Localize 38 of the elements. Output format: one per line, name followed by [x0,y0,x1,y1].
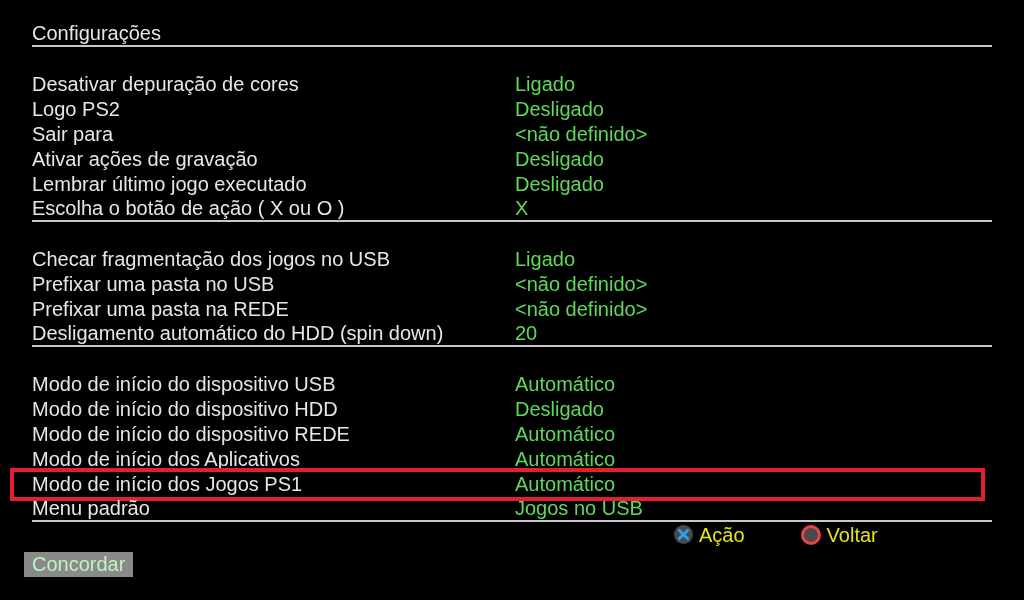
setting-label: Modo de início dos Aplicativos [32,447,301,472]
setting-label: Modo de início do dispositivo USB [32,372,337,397]
setting-value: Desligado [515,97,604,122]
setting-value: Jogos no USB [515,496,643,521]
setting-value: <não definido> [515,122,648,147]
setting-label: Prefixar uma pasta no USB [32,272,276,297]
page-title: Configurações [32,21,161,46]
setting-label: Ativar ações de gravação [32,147,259,172]
hint-label: Ação [699,523,745,546]
circle-icon [800,524,821,545]
setting-value: <não definido> [515,272,648,297]
setting-value: Automático [515,447,616,472]
setting-label: Desativar depuração de cores [32,72,300,97]
setting-label: Modo de início dos Jogos PS1 [32,472,304,497]
setting-value: Desligado [515,172,604,197]
setting-label: Modo de início do dispositivo REDE [32,422,351,447]
setting-value: Ligado [515,247,576,272]
setting-value: Desligado [515,397,604,422]
setting-value: Ligado [515,72,576,97]
setting-value: Automático [515,372,616,397]
setting-value: Desligado [515,147,604,172]
hint-label: Voltar [826,523,878,546]
agree-button[interactable]: Concordar [24,552,134,577]
setting-label: Lembrar último jogo executado [32,172,308,197]
cross-icon [674,525,693,544]
setting-label: Logo PS2 [32,97,121,122]
setting-label: Menu padrão [32,496,151,521]
setting-label: Desligamento automático do HDD (spin down) [32,321,445,346]
setting-value: 20 [515,321,538,346]
setting-label: Sair para [32,122,115,147]
setting-value: Automático [515,472,616,497]
setting-value: Automático [515,422,616,447]
setting-label: Checar fragmentação dos jogos no USB [32,247,391,272]
setting-value: X [515,196,529,221]
setting-label: Escolha o botão de ação ( X ou O ) [32,196,346,221]
setting-label: Prefixar uma pasta na REDE [32,297,290,322]
setting-label: Modo de início do dispositivo HDD [32,397,339,422]
setting-value: <não definido> [515,297,648,322]
